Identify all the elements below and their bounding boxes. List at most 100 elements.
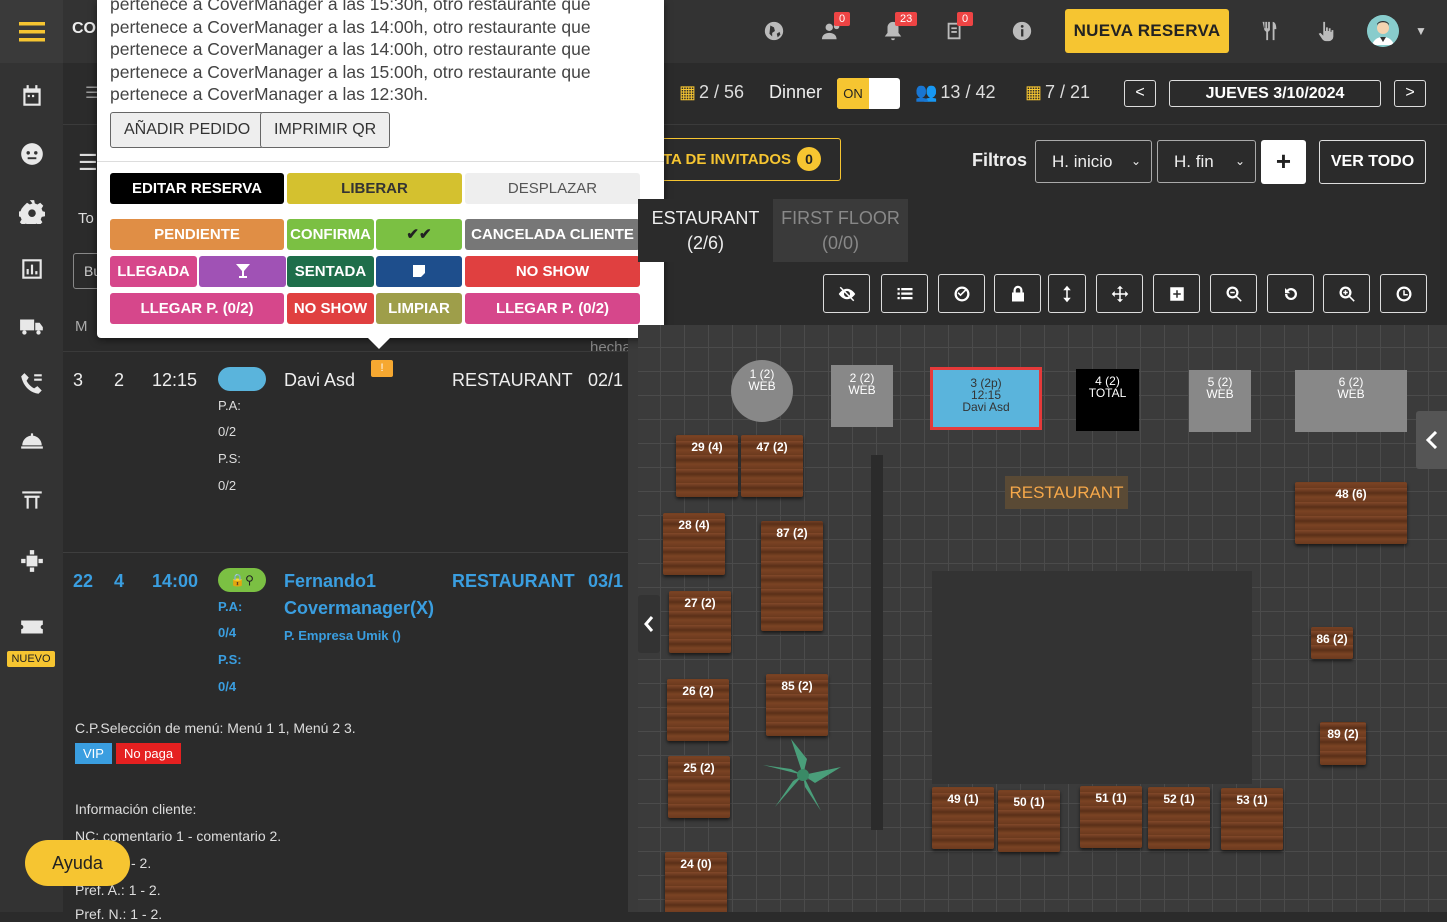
menu-icon[interactable] (0, 0, 63, 63)
table-29[interactable]: 29 (4) (676, 435, 738, 497)
check-circle-icon[interactable] (938, 274, 985, 313)
note-icon[interactable] (376, 256, 462, 287)
move-button[interactable]: DESPLAZAR (465, 173, 640, 204)
table-52[interactable]: 52 (1) (1148, 787, 1210, 849)
clean-button[interactable]: LIMPIAR (376, 293, 462, 324)
partial-arrival-button-2[interactable]: LLEGAR P. (0/2) (465, 293, 640, 324)
tab-restaurant[interactable]: ESTAURANT (2/6) (638, 199, 773, 262)
row-date: 02/1 (588, 370, 624, 390)
tasks-icon[interactable]: 0 (941, 12, 974, 45)
table-3-selected[interactable]: 3 (2p) 12:15 Davi Asd (930, 367, 1042, 430)
zone-label: RESTAURANT (1005, 476, 1128, 509)
ticket-icon[interactable] (0, 607, 63, 647)
move-icon[interactable] (1096, 274, 1143, 313)
calendar-icon[interactable] (0, 76, 63, 116)
next-day-button[interactable]: > (1394, 80, 1426, 107)
table-25[interactable]: 25 (2) (668, 756, 730, 818)
popup-description: pertenece a CoverManager a las 15:30h, o… (110, 0, 591, 104)
add-order-button[interactable]: AÑADIR PEDIDO (110, 112, 265, 148)
print-qr-button[interactable]: IMPRIMIR QR (260, 112, 391, 148)
puzzle-icon[interactable] (0, 541, 63, 581)
zoom-in-icon[interactable] (1323, 274, 1370, 313)
table-row[interactable]: 3 2 12:15 P.A: 0/2 P.S: 0/2 Davi Asd ! R… (63, 352, 628, 552)
end-hour-select[interactable]: H. fin ⌄ (1157, 140, 1256, 183)
start-hour-select[interactable]: H. inicio ⌄ (1035, 140, 1152, 183)
double-check-icon[interactable]: ✔✔ (376, 219, 462, 250)
confirmed-button[interactable]: CONFIRMA (287, 219, 374, 250)
table-85[interactable]: 85 (2) (766, 674, 828, 736)
cocktail-icon[interactable] (199, 256, 286, 287)
hand-pointer-icon[interactable] (1312, 17, 1340, 45)
avatar[interactable] (1367, 15, 1399, 47)
table-26[interactable]: 26 (2) (667, 679, 729, 741)
tab-first-floor[interactable]: FIRST FLOOR (0/0) (773, 199, 908, 262)
clock-icon[interactable] (1380, 274, 1427, 313)
globe-icon[interactable] (760, 17, 788, 45)
cloche-icon[interactable] (0, 421, 63, 461)
table-87[interactable]: 87 (2) (761, 521, 823, 631)
pending-button[interactable]: PENDIENTE (110, 219, 284, 250)
table-86[interactable]: 86 (2) (1311, 627, 1353, 659)
info-icon[interactable] (1008, 17, 1036, 45)
table-47[interactable]: 47 (2) (741, 435, 803, 497)
table-28[interactable]: 28 (4) (663, 513, 725, 575)
table-6[interactable]: 6 (2) WEB (1295, 370, 1407, 432)
show-all-button[interactable]: VER TODO (1319, 140, 1426, 184)
chart-icon[interactable] (0, 249, 63, 289)
release-button[interactable]: LIBERAR (287, 173, 462, 204)
guest-list-button[interactable]: TA DE INVITADOS 0 (640, 138, 841, 181)
no-show-partial-button[interactable]: NO SHOW (287, 293, 374, 324)
table-50[interactable]: 50 (1) (998, 790, 1060, 852)
undo-icon[interactable] (1267, 274, 1314, 313)
note-badge[interactable]: ! (371, 360, 393, 377)
notifications-badge: 23 (895, 12, 918, 26)
table-89[interactable]: 89 (2) (1320, 722, 1366, 765)
nuevo-badge: NUEVO (7, 651, 55, 667)
add-table-icon[interactable] (1153, 274, 1200, 313)
table-2[interactable]: 2 (2) WEB (831, 365, 893, 427)
list-icon[interactable] (881, 274, 928, 313)
eye-slash-icon[interactable] (823, 274, 870, 313)
cutlery-icon[interactable] (1255, 17, 1283, 45)
new-reservation-button[interactable]: NUEVA RESERVA (1065, 9, 1229, 53)
table-48[interactable]: 48 (6) (1295, 482, 1407, 544)
service-toggle[interactable]: ON (837, 78, 900, 109)
users-icon[interactable]: 0 (818, 12, 851, 45)
table-24[interactable]: 24 (0) (665, 852, 727, 912)
row-place: RESTAURANT (452, 571, 575, 591)
tab-todas[interactable]: To (78, 210, 94, 227)
gateway-icon[interactable] (0, 480, 63, 520)
list-view-icon[interactable]: ☰ (78, 150, 98, 176)
zoom-out-icon[interactable] (1210, 274, 1257, 313)
lock-icon[interactable] (994, 274, 1041, 313)
date-picker[interactable]: JUEVES 3/10/2024 (1169, 80, 1381, 107)
help-button[interactable]: Ayuda (25, 840, 130, 886)
chevron-down-icon[interactable]: ▼ (1415, 24, 1427, 38)
table-1[interactable]: 1 (2) WEB (731, 360, 793, 422)
phone-icon[interactable] (0, 364, 63, 404)
face-icon[interactable] (0, 134, 63, 174)
table-49[interactable]: 49 (1) (932, 787, 994, 849)
gear-icon[interactable] (0, 191, 63, 231)
chevron-left-icon[interactable] (638, 595, 660, 653)
table-5[interactable]: 5 (2) WEB (1189, 370, 1251, 432)
table-4[interactable]: 4 (2) TOTAL (1076, 369, 1139, 431)
arrival-button[interactable]: LLEGADA (110, 256, 197, 287)
vertical-resize-icon[interactable] (1048, 274, 1086, 313)
prev-day-button[interactable]: < (1124, 80, 1156, 107)
table-53[interactable]: 53 (1) (1221, 788, 1283, 850)
edit-reservation-button[interactable]: EDITAR RESERVA (110, 173, 284, 204)
users-icon: 👥 (915, 82, 938, 102)
truck-icon[interactable] (0, 306, 63, 346)
cancelled-by-client-button[interactable]: CANCELADA CLIENTE (465, 219, 640, 250)
no-show-button[interactable]: NO SHOW (465, 256, 640, 287)
row-name: Fernando1 (284, 571, 377, 591)
table-51[interactable]: 51 (1) (1080, 786, 1142, 848)
add-filter-button[interactable]: + (1261, 140, 1306, 184)
bell-icon[interactable]: 23 (879, 12, 918, 45)
chevron-left-icon[interactable] (1416, 411, 1447, 469)
partial-arrival-button[interactable]: LLEGAR P. (0/2) (110, 293, 284, 324)
scrollbar[interactable] (628, 325, 638, 912)
table-27[interactable]: 27 (2) (669, 591, 731, 653)
seated-button[interactable]: SENTADA (287, 256, 374, 287)
